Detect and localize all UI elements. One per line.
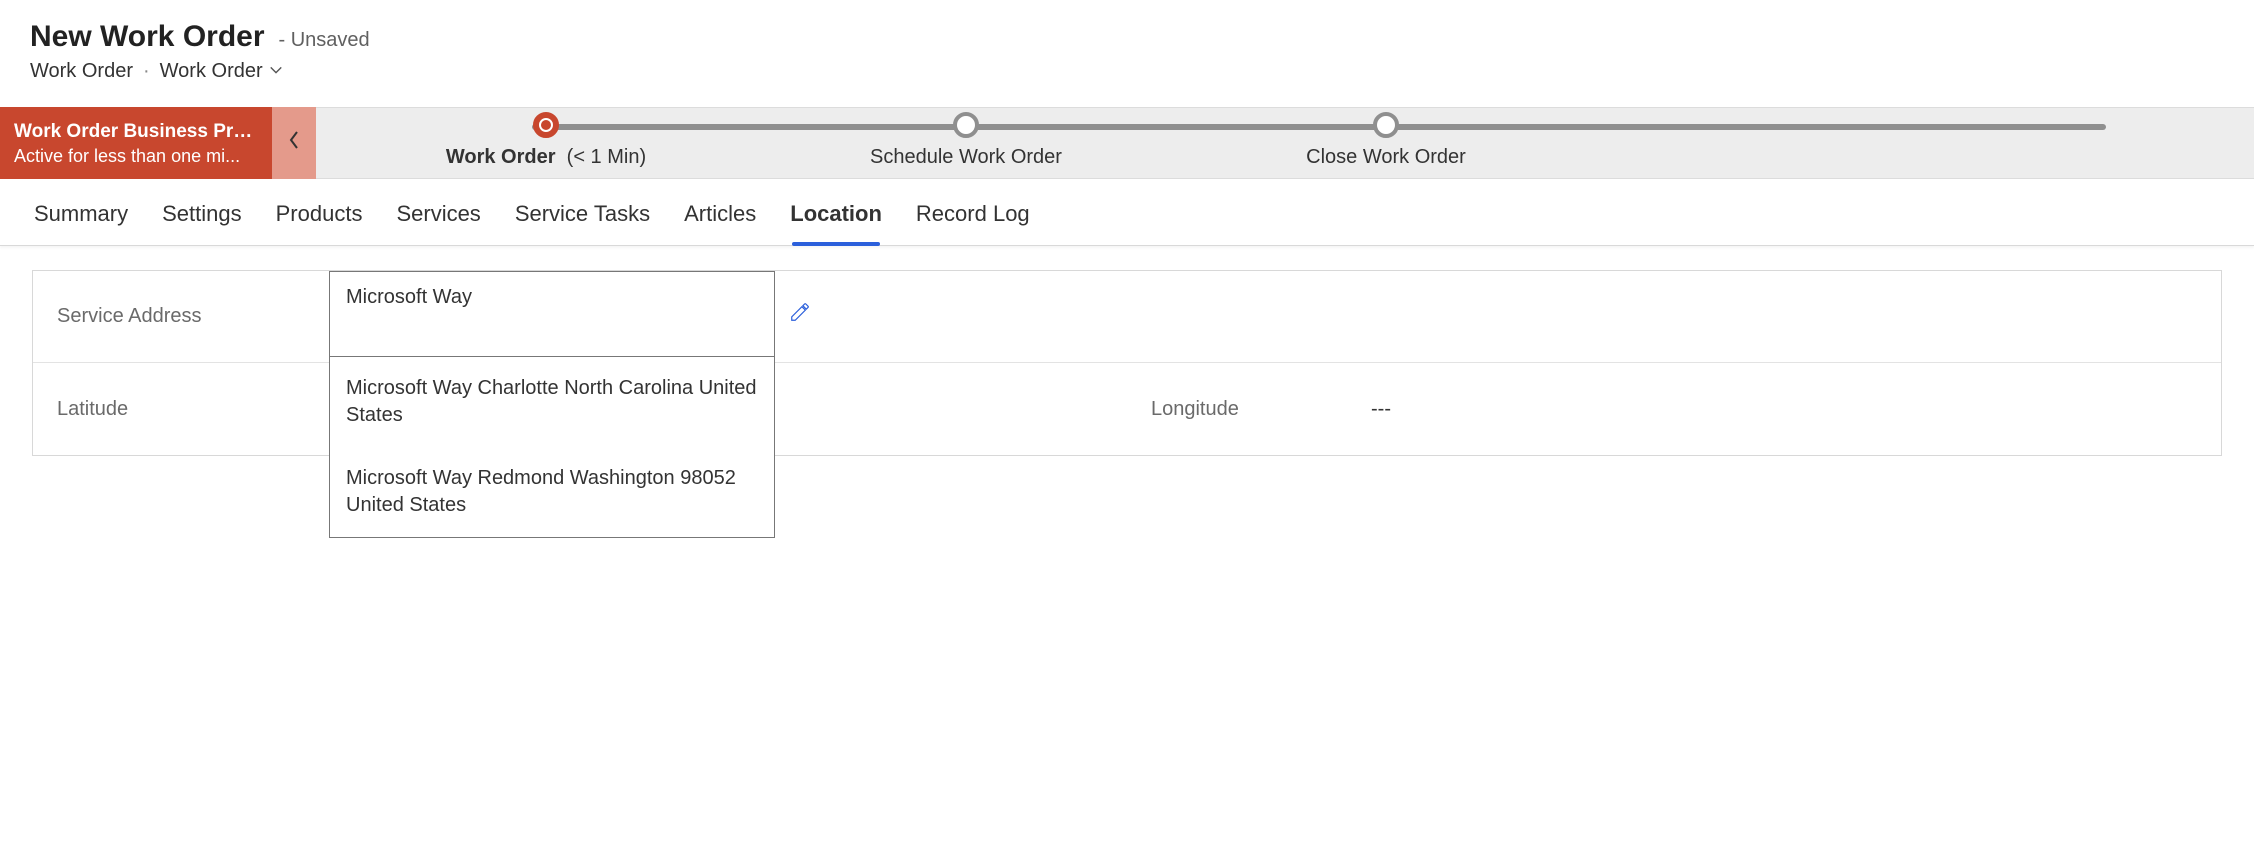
edit-address-button[interactable] — [789, 301, 811, 329]
latitude-label: Latitude — [57, 398, 317, 421]
service-address-input[interactable]: Microsoft Way — [329, 271, 775, 357]
tab-service-tasks[interactable]: Service Tasks — [513, 201, 652, 245]
pencil-icon — [789, 306, 811, 328]
address-suggestion[interactable]: Microsoft Way Charlotte North Carolina U… — [330, 357, 774, 447]
bpf-stage-label: Work Order (< 1 Min) — [436, 146, 656, 169]
breadcrumb-entity: Work Order — [30, 60, 133, 83]
longitude-label: Longitude — [1151, 398, 1371, 421]
bpf-stage-close[interactable]: Close Work Order — [1276, 112, 1496, 169]
bpf-name-block[interactable]: Work Order Business Pro... Active for le… — [0, 107, 272, 179]
service-address-autocomplete: Microsoft Way Microsoft Way Charlotte No… — [329, 271, 775, 538]
tab-articles[interactable]: Articles — [682, 201, 758, 245]
address-suggestion[interactable]: Microsoft Way Redmond Washington 98052 U… — [330, 447, 774, 537]
location-section: Service Address Latitude Longitude --- — [32, 270, 2222, 456]
page-title: New Work Order — [30, 20, 265, 54]
breadcrumb: Work Order · Work Order — [30, 60, 2222, 83]
bpf-name: Work Order Business Pro... — [14, 120, 258, 145]
service-address-label: Service Address — [57, 305, 317, 328]
form-selector[interactable]: Work Order — [160, 60, 283, 83]
service-address-input-value: Microsoft Way — [346, 286, 472, 308]
tab-products[interactable]: Products — [274, 201, 365, 245]
tab-summary[interactable]: Summary — [32, 201, 130, 245]
tab-services[interactable]: Services — [394, 201, 482, 245]
chevron-left-icon — [286, 128, 302, 158]
tab-record-log[interactable]: Record Log — [914, 201, 1032, 245]
bpf-node-icon — [953, 112, 979, 138]
chevron-down-icon — [269, 60, 283, 83]
form-header: New Work Order - Unsaved Work Order · Wo… — [0, 0, 2254, 93]
bpf-track: Work Order (< 1 Min) Schedule Work Order… — [316, 107, 2254, 179]
breadcrumb-form-name: Work Order — [160, 60, 263, 83]
bpf-collapse-button[interactable] — [272, 107, 316, 179]
breadcrumb-separator: · — [143, 60, 150, 83]
business-process-flow: Work Order Business Pro... Active for le… — [0, 107, 2254, 179]
form-tabs: Summary Settings Products Services Servi… — [0, 179, 2254, 246]
longitude-value[interactable]: --- — [1371, 398, 2197, 421]
address-suggestions-dropdown: Microsoft Way Charlotte North Carolina U… — [329, 356, 775, 538]
bpf-node-active-icon — [533, 112, 559, 138]
tab-location[interactable]: Location — [788, 201, 884, 245]
bpf-duration: Active for less than one mi... — [14, 145, 258, 168]
bpf-stage-work-order[interactable]: Work Order (< 1 Min) — [436, 112, 656, 169]
bpf-node-icon — [1373, 112, 1399, 138]
bpf-stage-label: Close Work Order — [1276, 146, 1496, 169]
tab-settings[interactable]: Settings — [160, 201, 244, 245]
bpf-stage-schedule[interactable]: Schedule Work Order — [856, 112, 1076, 169]
title-unsaved-suffix: - Unsaved — [279, 29, 370, 52]
bpf-stage-label: Schedule Work Order — [856, 146, 1076, 169]
